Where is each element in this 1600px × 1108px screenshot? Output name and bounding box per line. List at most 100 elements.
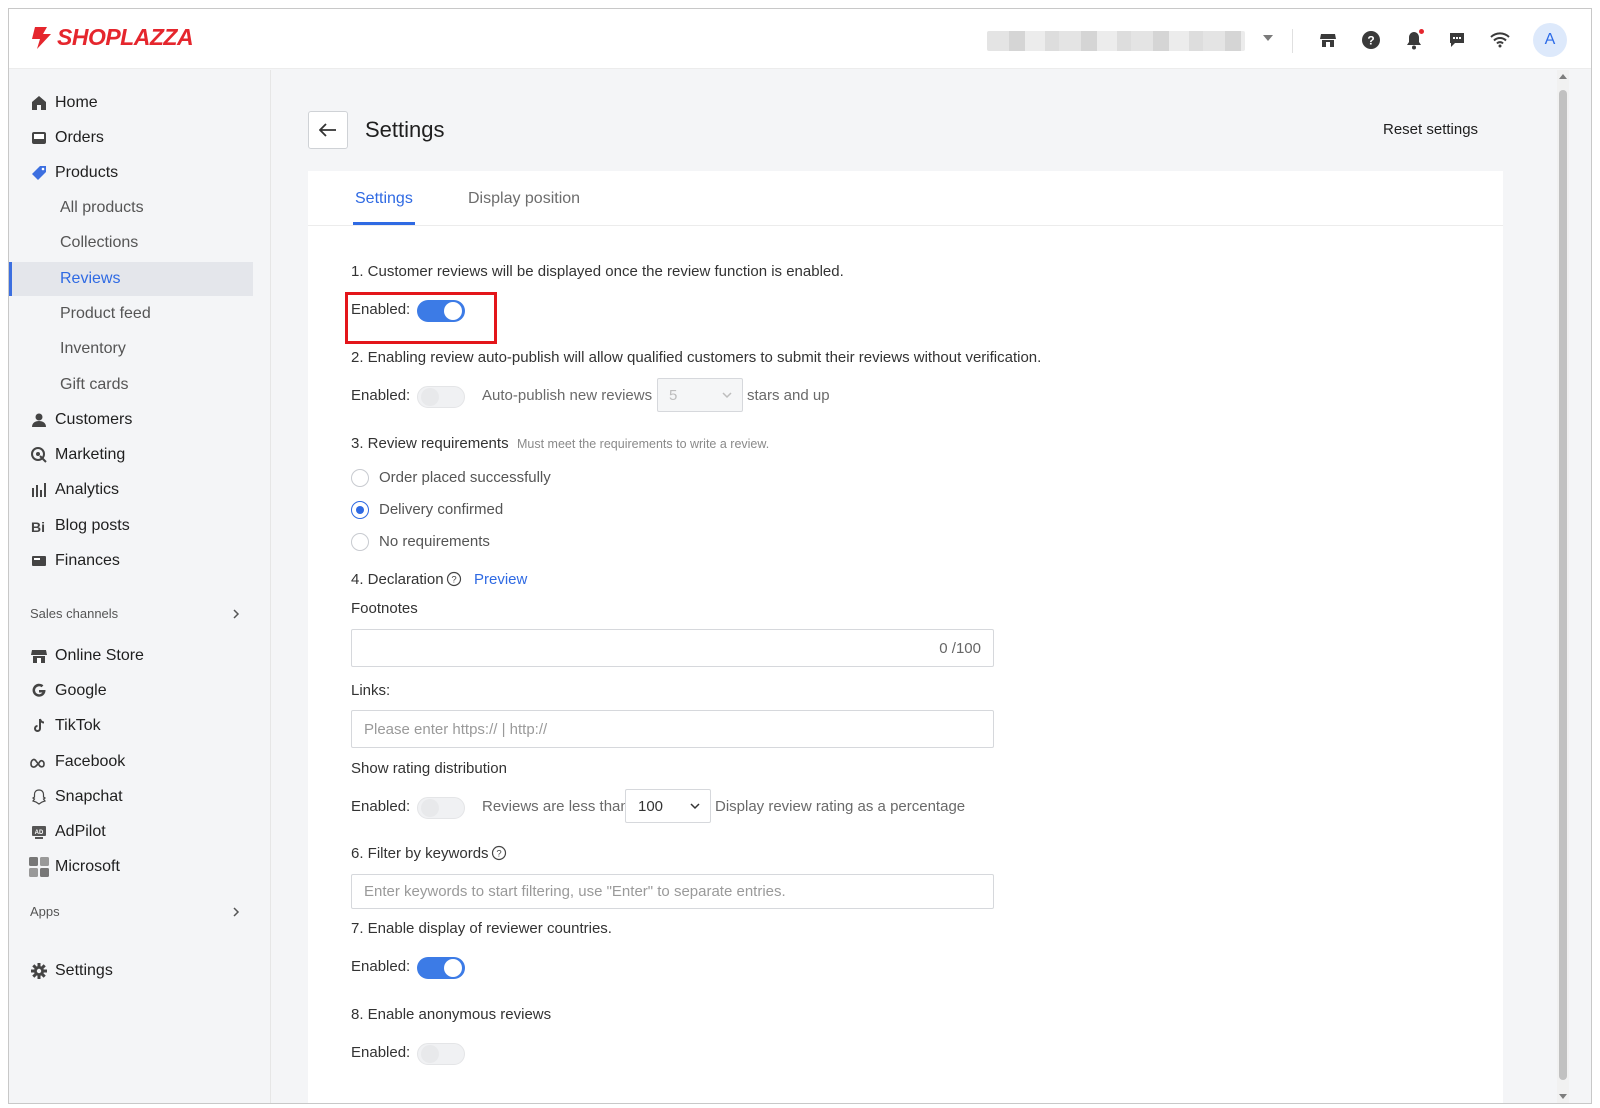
person-icon: [29, 410, 49, 430]
sidebar-item-analytics[interactable]: Analytics: [9, 473, 271, 507]
section-8-title: 8. Enable anonymous reviews: [351, 1006, 552, 1023]
preview-link[interactable]: Preview: [474, 571, 527, 588]
sidebar-item-marketing[interactable]: Marketing: [9, 438, 271, 472]
sidebar-item-adpilot[interactable]: AD AdPilot: [9, 815, 271, 849]
sidebar-item-customers[interactable]: Customers: [9, 403, 271, 437]
avatar[interactable]: A: [1533, 23, 1567, 57]
sidebar-item-label: Finances: [55, 552, 120, 569]
sidebar-item-finances[interactable]: Finances: [9, 544, 271, 578]
tab-settings[interactable]: Settings: [355, 190, 413, 208]
store-icon: [29, 646, 49, 666]
sidebar-item-online-store[interactable]: Online Store: [9, 639, 271, 673]
sidebar-item-label: All products: [60, 199, 144, 216]
store-icon[interactable]: [1317, 29, 1339, 51]
sidebar-item-tiktok[interactable]: TikTok: [9, 709, 271, 743]
sidebar-subitem-product-feed[interactable]: Product feed: [9, 297, 271, 331]
anonymous-reviews-toggle[interactable]: [417, 1043, 465, 1065]
microsoft-icon: [29, 857, 49, 877]
sidebar-item-facebook[interactable]: Facebook: [9, 745, 271, 779]
sidebar-item-products[interactable]: Products: [9, 156, 271, 190]
sidebar-subitem-reviews[interactable]: Reviews: [9, 262, 271, 296]
sidebar-subitem-all-products[interactable]: All products: [9, 191, 271, 225]
help-circle-icon[interactable]: ?: [491, 845, 507, 861]
chevron-right-icon[interactable]: [231, 609, 241, 619]
annotation-highlight-box: [345, 292, 497, 344]
vertical-scrollbar[interactable]: [1557, 70, 1569, 1103]
bar-chart-icon: [29, 480, 49, 500]
keywords-input[interactable]: Enter keywords to start filtering, use "…: [351, 874, 994, 909]
radio-label: Delivery confirmed: [379, 501, 504, 518]
chevron-right-icon[interactable]: [231, 907, 241, 917]
sidebar-item-label: Collections: [60, 234, 139, 251]
svg-text:Bi: Bi: [31, 519, 45, 534]
wifi-icon[interactable]: [1489, 29, 1511, 51]
bell-icon[interactable]: [1403, 29, 1425, 51]
sidebar-item-label: Blog posts: [55, 517, 130, 534]
radio-delivery-confirmed[interactable]: [351, 501, 369, 519]
sidebar-subitem-collections[interactable]: Collections: [9, 226, 271, 260]
apps-heading: Apps: [30, 904, 60, 919]
orders-icon: [29, 128, 49, 148]
sidebar-item-label: Microsoft: [55, 858, 120, 875]
sidebar-item-label: Google: [55, 682, 107, 699]
reviewer-countries-toggle[interactable]: [417, 957, 465, 979]
reviews-less-than-label: Reviews are less than: [482, 798, 629, 815]
reset-settings-button[interactable]: Reset settings: [1383, 121, 1478, 138]
section-3-hint: Must meet the requirements to write a re…: [517, 437, 770, 451]
sidebar-item-home[interactable]: Home: [9, 86, 271, 120]
sidebar-item-label: Facebook: [55, 753, 126, 770]
active-indicator: [9, 262, 12, 296]
stars-select[interactable]: 5: [657, 378, 743, 412]
auto-publish-toggle[interactable]: [417, 386, 465, 408]
sidebar-item-label: Marketing: [55, 446, 126, 463]
notification-dot: [1419, 29, 1424, 34]
chevron-down-icon[interactable]: [1263, 35, 1273, 41]
section-2-description: 2. Enabling review auto-publish will all…: [351, 349, 1042, 366]
radio-no-requirements[interactable]: [351, 533, 369, 551]
sidebar-item-google[interactable]: Google: [9, 674, 271, 708]
reviews-threshold-select[interactable]: 100: [625, 789, 711, 823]
radio-order-placed[interactable]: [351, 469, 369, 487]
scroll-up-icon[interactable]: [1559, 74, 1567, 79]
page-title: Settings: [365, 117, 445, 142]
keywords-placeholder: Enter keywords to start filtering, use "…: [364, 883, 786, 900]
scroll-down-icon[interactable]: [1559, 1094, 1567, 1099]
sidebar-item-blog-posts[interactable]: Bi Blog posts: [9, 509, 271, 543]
radio-label: Order placed successfully: [379, 469, 551, 486]
sidebar-item-microsoft[interactable]: Microsoft: [9, 850, 271, 884]
divider: [1292, 29, 1293, 53]
sidebar-item-snapchat[interactable]: Snapchat: [9, 780, 271, 814]
sidebar-item-label: Online Store: [55, 647, 144, 664]
tab-display-position[interactable]: Display position: [468, 190, 580, 208]
rating-distribution-title: Show rating distribution: [351, 760, 507, 777]
section-7-title: 7. Enable display of reviewer countries.: [351, 920, 612, 937]
snapchat-icon: [29, 787, 49, 807]
message-icon[interactable]: [1446, 29, 1468, 51]
rating-distribution-toggle[interactable]: [417, 797, 465, 819]
scrollbar-thumb[interactable]: [1559, 90, 1567, 1080]
section-3-title: 3. Review requirements: [351, 435, 509, 452]
store-selector[interactable]: [987, 31, 1245, 51]
links-input[interactable]: Please enter https:// | http://: [351, 710, 994, 748]
sidebar-item-label: Gift cards: [60, 376, 129, 393]
help-circle-icon[interactable]: ?: [446, 571, 462, 587]
percentage-label: Display review rating as a percentage: [715, 798, 966, 815]
chevron-down-icon: [722, 392, 732, 399]
sidebar-subitem-gift-cards[interactable]: Gift cards: [9, 368, 271, 402]
sidebar-item-settings[interactable]: Settings: [9, 954, 271, 988]
footnotes-input[interactable]: 0 /100: [351, 629, 994, 667]
section-4-title: 4. Declaration: [351, 571, 444, 588]
sidebar-item-orders[interactable]: Orders: [9, 121, 271, 155]
sidebar-item-label: Inventory: [60, 340, 126, 357]
enabled-label: Enabled:: [351, 1044, 411, 1061]
back-button[interactable]: [308, 111, 348, 149]
svg-text:?: ?: [1367, 34, 1374, 48]
home-icon: [29, 93, 49, 113]
footnotes-label: Footnotes: [351, 600, 418, 617]
adpilot-icon: AD: [29, 822, 49, 842]
brand-logo[interactable]: SHOPLAZZA: [29, 24, 194, 51]
sidebar-subitem-inventory[interactable]: Inventory: [9, 332, 271, 366]
stars-select-value: 5: [669, 387, 678, 404]
footnotes-count: 0 /100: [939, 640, 981, 657]
help-icon[interactable]: ?: [1360, 29, 1382, 51]
